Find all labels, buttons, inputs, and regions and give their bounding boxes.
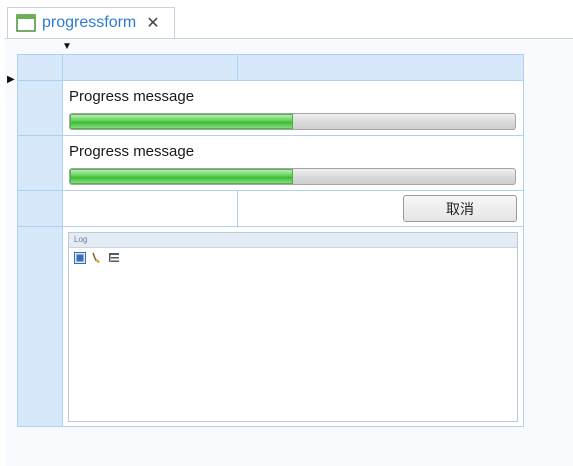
progress-bar <box>69 168 516 185</box>
grid-column-header[interactable] <box>62 54 238 81</box>
progress-bar <box>69 113 516 130</box>
close-icon[interactable]: ✕ <box>146 13 159 33</box>
progress-message-label: Progress message <box>69 143 195 160</box>
progress-row: Progress message <box>62 80 524 136</box>
grid-row-header[interactable] <box>17 80 63 136</box>
grid-corner-cell[interactable] <box>17 54 63 81</box>
tab-title: progressform <box>42 14 137 31</box>
progress-bar-fill <box>70 169 293 184</box>
empty-cell <box>62 190 238 227</box>
tab-progressform[interactable]: progressform ✕ <box>7 7 175 38</box>
button-cell: 取消 <box>237 190 524 227</box>
log-panel: Log <box>68 232 518 422</box>
grid-row-header[interactable] <box>17 190 63 227</box>
grid-row-header[interactable] <box>17 226 63 427</box>
log-clear-icon[interactable] <box>91 251 103 263</box>
progress-message-label: Progress message <box>69 88 195 105</box>
progress-bar-fill <box>70 114 293 129</box>
log-cell: Log <box>62 226 524 427</box>
grid-column-header[interactable] <box>237 54 524 81</box>
grid-row-header[interactable] <box>17 135 63 191</box>
row-marker-icon[interactable]: ▶ <box>7 75 15 85</box>
log-toolbar <box>69 248 517 266</box>
progress-row: Progress message <box>62 135 524 191</box>
log-output-area[interactable] <box>69 265 517 421</box>
form-window-icon <box>16 14 36 32</box>
log-save-icon[interactable] <box>74 251 86 264</box>
column-marker-icon[interactable]: ▼ <box>62 42 72 52</box>
tab-strip: progressform ✕ <box>0 0 573 38</box>
cancel-button[interactable]: 取消 <box>403 195 517 222</box>
form-grid: Progress message Progress message 取消 Log <box>17 54 524 427</box>
log-title: Log <box>69 233 517 248</box>
log-format-icon[interactable] <box>108 251 120 263</box>
